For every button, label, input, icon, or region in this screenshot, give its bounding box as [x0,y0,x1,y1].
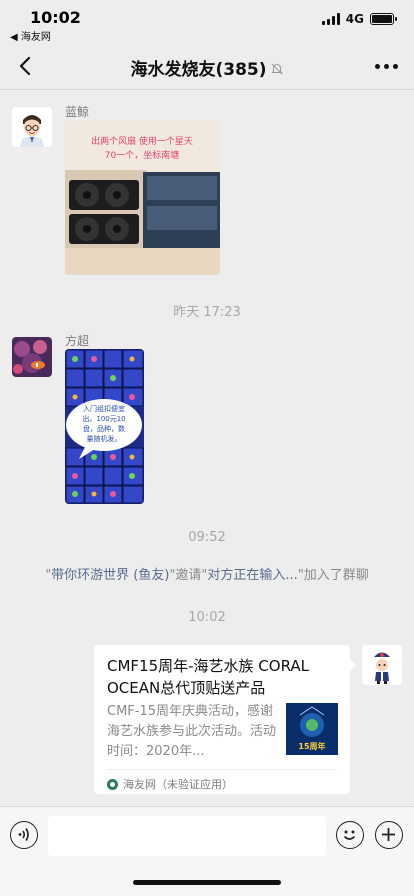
link-card-source: 海友网（未验证应用） [123,778,233,791]
sys-text: "加入了群聊 [297,568,369,583]
back-to-app-link[interactable]: ◀ 海友网 [10,28,51,43]
app-source-icon [107,778,118,790]
thumb-text: 15周年 [298,741,325,751]
bubble-line2: 出。100元10 [82,414,125,423]
status-right: 4G [321,12,397,26]
image-caption-line2: 70一个，坐标南塘 [105,149,179,161]
bubble-line1: 入门组扣便宜 [83,404,125,413]
link-card-thumbnail: 15周年 [286,703,338,755]
chat-title-wrap: 海水发烧友(385) [0,55,414,80]
sender-name: 蓝鲸 [65,105,90,119]
system-message: "带你环游世界 (鱼友)"邀请"对方正在输入..."加入了群聊 [0,564,414,583]
home-indicator[interactable] [133,880,281,885]
avatar[interactable] [362,645,402,685]
plus-icon[interactable] [375,821,403,849]
bubble-line3: 盘，品种，数 [83,424,125,433]
avatar-coral-icon [12,337,52,377]
timestamp: 10:02 [188,610,226,625]
link-card-message[interactable]: CMF15周年-海艺水族 CORAL OCEAN总代顶贴送产品 CMF-15周年… [94,645,356,794]
chat-title: 海水发烧友(385) [130,60,267,80]
sys-text: "邀请" [169,568,208,583]
bubble-line4: 量随机发。 [87,434,122,443]
emoji-icon[interactable] [336,821,364,849]
battery-icon [370,13,397,25]
timestamp: 昨天 17:23 [173,305,241,320]
status-bar: 10:02 ◀ 海友网 4G [0,0,414,43]
network-label: 4G [345,12,364,26]
muted-bell-icon [270,63,283,75]
link-card-footer: 海友网（未验证应用） [107,769,337,792]
avatar-cartoon-icon [362,645,402,685]
avatar-cartoon-icon [12,107,52,147]
voice-icon[interactable] [10,821,38,849]
avatar[interactable] [12,337,52,377]
more-icon[interactable] [375,64,398,69]
image-caption-line1: 出两个风扇 使用一个星天 [91,135,193,147]
link-card-description: CMF-15周年庆典活动，感谢海艺水族参与此次活动。活动时间：2020年... [107,704,277,759]
status-time: 10:02 [30,8,81,27]
timestamp: 09:52 [188,530,226,545]
inviter-link[interactable]: 带你环游世界 (鱼友) [51,568,169,583]
message-input[interactable] [48,816,326,856]
signal-icon [321,13,340,25]
link-card-title: CMF15周年-海艺水族 CORAL OCEAN总代顶贴送产品 [107,657,310,697]
chat-header: 海水发烧友(385) [0,42,414,90]
avatar[interactable] [12,107,52,147]
image-message[interactable]: 出两个风扇 使用一个星天 70一个，坐标南塘 [65,120,220,275]
invitee-link[interactable]: 对方正在输入... [207,568,297,583]
sender-name: 方超 [65,334,90,348]
image-message[interactable]: 入门组扣便宜 出。100元10 盘，品种，数 量随机发。 [65,349,144,504]
